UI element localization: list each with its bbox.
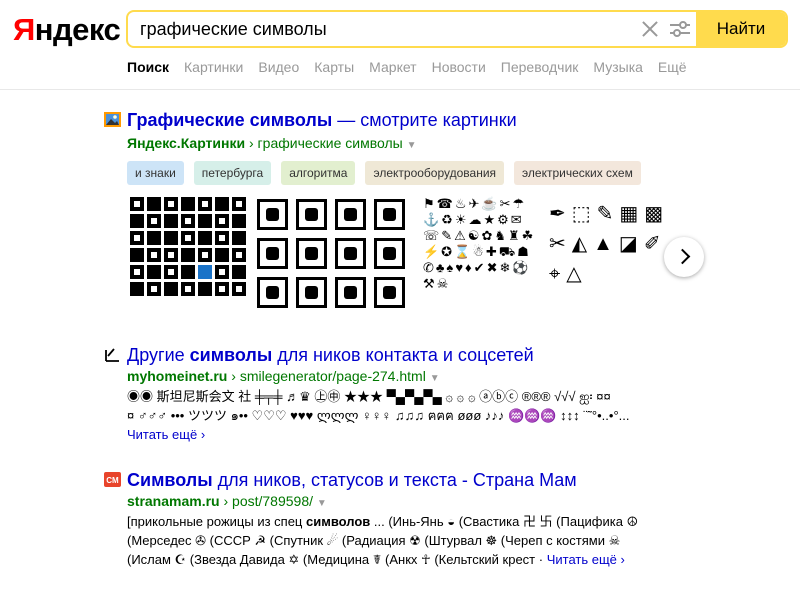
header: Яндекс Найти Поиск Картинки Видео Карты … — [0, 0, 800, 90]
result-images: Графические символы — смотрите картинки … — [104, 110, 794, 151]
thumbnail-image[interactable]: ⚑☎♨✈☕✂☂⚓♻☀☁★⚙✉☏✎⚠☯✿♞♜☘⚡✪⌛☃✚⛟☗✆♣♠♥♦✔✖❄⚽⚒☠ — [421, 193, 545, 318]
tab-more[interactable]: Ещё — [658, 59, 687, 75]
result-snippet-line: ¤ ♂♂♂ ••• ツツツ ๑•• ♡♡♡ ♥♥♥ ლლლ ♀♀♀ ♫♫♫ ฅฅ… — [127, 408, 630, 423]
result-snippet-line: [прикольные рожицы из спец символов ... … — [127, 514, 639, 529]
tab-music[interactable]: Музыка — [593, 59, 643, 75]
image-thumbnails: ⚑☎♨✈☕✂☂⚓♻☀☁★⚙✉☏✎⚠☯✿♞♜☘⚡✪⌛☃✚⛟☗✆♣♠♥♦✔✖❄⚽⚒☠… — [127, 193, 684, 318]
tab-maps[interactable]: Карты — [314, 59, 354, 75]
filter-settings-icon[interactable] — [668, 19, 692, 39]
next-images-button[interactable] — [664, 237, 704, 277]
result-stranamam: CM Символы для ников, статусов и текста … — [104, 470, 794, 570]
tab-images[interactable]: Картинки — [184, 59, 243, 75]
read-more-link[interactable]: Читать ещё › — [547, 552, 625, 567]
result-title[interactable]: Графические символы — смотрите картинки — [127, 110, 517, 131]
yandex-logo[interactable]: Яндекс — [13, 12, 121, 48]
tab-news[interactable]: Новости — [432, 59, 486, 75]
search-input[interactable] — [128, 12, 628, 46]
tab-market[interactable]: Маркет — [369, 59, 416, 75]
clear-icon[interactable] — [640, 19, 660, 39]
thumbnail-image[interactable] — [251, 193, 421, 318]
result-snippet-line: ◉◉ 斯坦尼斯会文 社 ╪╤╪ ♬♛ ㊤㊥ ★★★ ▀▄▀▄▀▄ ۞ ۞ ۞ ⓐ… — [127, 389, 611, 404]
stranamam-favicon-icon: CM — [104, 472, 121, 489]
result-myhomeinet: Другие символы для ников контакта и соцс… — [104, 345, 794, 445]
svg-text:CM: CM — [106, 476, 119, 485]
tab-translator[interactable]: Переводчик — [501, 59, 579, 75]
tab-video[interactable]: Видео — [258, 59, 299, 75]
chip-signs[interactable]: и знаки — [127, 161, 184, 185]
chip-algorithm[interactable]: алгоритма — [281, 161, 356, 185]
result-url[interactable]: Яндекс.Картинки › графические символы ▼ — [127, 135, 417, 151]
read-more-link[interactable]: Читать ещё › — [127, 425, 205, 444]
result-title[interactable]: Символы для ников, статусов и текста - С… — [127, 470, 577, 491]
search-tabs: Поиск Картинки Видео Карты Маркет Новост… — [127, 59, 702, 75]
search-box: Найти — [126, 10, 788, 48]
result-snippet-line: (Ислам ☪ (Звезда Давида ✡ (Медицина ☤ (А… — [127, 552, 625, 567]
tab-search[interactable]: Поиск — [127, 59, 169, 75]
search-button[interactable]: Найти — [696, 12, 786, 46]
result-snippet-line: (Мерседес ✇ (СССР ☭ (Спутник ☄ (Радиация… — [127, 533, 621, 548]
result-url[interactable]: stranamam.ru › post/789598/ ▼ — [127, 493, 327, 509]
thumbnail-image[interactable] — [127, 193, 251, 318]
refine-chips: и знаки петербурга алгоритма электрообор… — [127, 161, 651, 185]
site-favicon-icon — [104, 347, 121, 364]
chip-petersburg[interactable]: петербурга — [193, 161, 272, 185]
chip-electrical-schemes[interactable]: электрических схем — [514, 161, 641, 185]
chip-electrical-equipment[interactable]: электрооборудования — [365, 161, 505, 185]
result-url[interactable]: myhomeinet.ru › smilegenerator/page-274.… — [127, 368, 440, 384]
images-favicon-icon — [104, 112, 121, 129]
result-title[interactable]: Другие символы для ников контакта и соцс… — [127, 345, 534, 366]
